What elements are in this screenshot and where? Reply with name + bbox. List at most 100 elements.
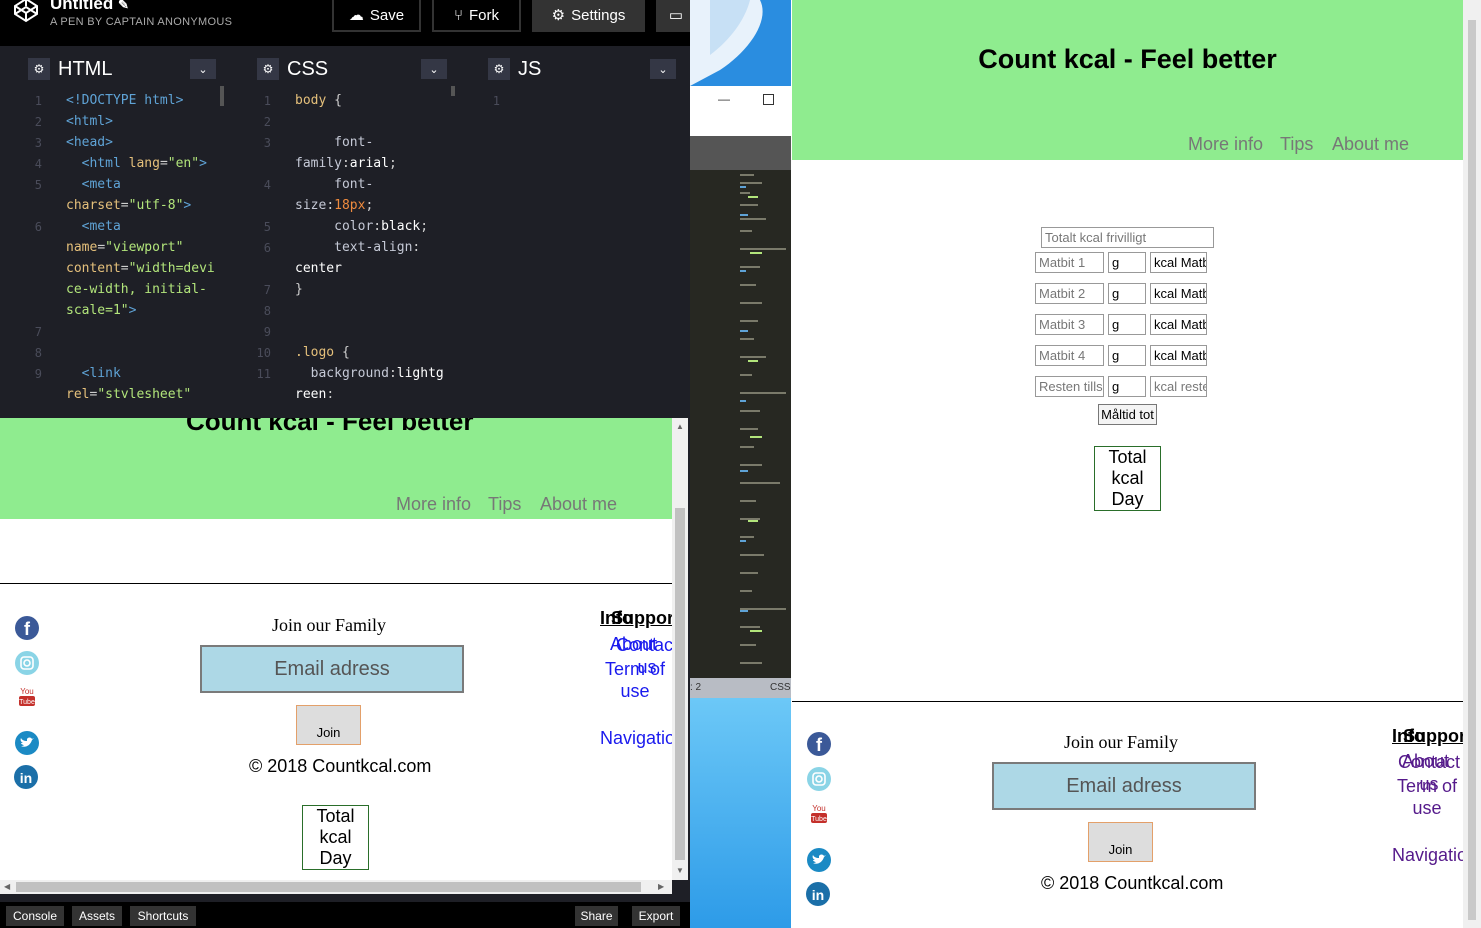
food-input-4[interactable]: Matbit 4	[1035, 345, 1104, 366]
js-code-editor[interactable]: 1	[478, 86, 690, 398]
site-vertical-scrollbar[interactable]	[1463, 0, 1481, 928]
pen-title[interactable]: Untitled ✎	[50, 0, 129, 14]
footer-divider	[0, 583, 672, 584]
fork-button[interactable]: ⑂ Fork	[432, 0, 521, 32]
chevron-down-icon[interactable]: ⌄	[190, 59, 216, 79]
minimap[interactable]	[740, 170, 788, 678]
nav-more-info[interactable]: More info	[1188, 134, 1263, 155]
preview-vertical-scrollbar[interactable]: ▲ ▼	[672, 418, 688, 880]
scroll-thumb[interactable]	[1468, 20, 1476, 920]
support-heading: Support	[611, 608, 672, 628]
gram-input-3[interactable]: g	[1108, 314, 1146, 335]
status-syntax[interactable]: CSS	[770, 682, 791, 693]
gram-input-rest[interactable]: g	[1108, 376, 1146, 397]
preview-horizontal-scrollbar[interactable]: ◀ ▶	[0, 880, 672, 894]
assets-button[interactable]: Assets	[72, 906, 122, 926]
kcal-input-3[interactable]: kcal Matbit	[1150, 314, 1207, 335]
export-button[interactable]: Export	[632, 906, 680, 926]
term-of-use-link[interactable]: Term of use	[600, 658, 670, 702]
linkedin-icon[interactable]: in	[13, 764, 39, 790]
term-of-use-link[interactable]: Term of use	[1392, 775, 1462, 819]
join-button[interactable]: Join	[296, 705, 361, 745]
html-settings-icon[interactable]: ⚙	[28, 58, 50, 80]
linkedin-icon[interactable]: in	[805, 881, 831, 907]
support-heading: Support	[1403, 726, 1463, 746]
youtube-icon[interactable]: You Tube	[18, 686, 36, 708]
window-titlebar: —	[690, 86, 791, 136]
chevron-down-icon[interactable]: ⌄	[650, 59, 676, 79]
meal-total-button[interactable]: Måltid tot	[1098, 404, 1157, 425]
js-pane-header: ⚙ JS ⌄	[484, 53, 684, 85]
food-input-3[interactable]: Matbit 3	[1035, 314, 1104, 335]
food-input-2[interactable]: Matbit 2	[1035, 283, 1104, 304]
nav-tips[interactable]: Tips	[1280, 134, 1313, 155]
maximize-icon[interactable]	[763, 94, 774, 105]
chevron-down-icon[interactable]: ⌄	[421, 59, 447, 79]
kcal-input-4[interactable]: kcal Matbit	[1150, 345, 1207, 366]
view-toggle-button[interactable]: ▭	[656, 0, 690, 32]
pane-label: HTML	[58, 57, 113, 80]
console-button[interactable]: Console	[6, 906, 64, 926]
codepen-logo-icon[interactable]	[12, 0, 40, 24]
email-input[interactable]: Email adress	[200, 645, 464, 693]
food-input-1[interactable]: Matbit 1	[1035, 252, 1104, 273]
status-position: : 2	[690, 682, 702, 693]
scroll-right-icon[interactable]: ▶	[658, 882, 664, 891]
background-windows: — : 2 CSS	[690, 0, 791, 928]
facebook-icon[interactable]: f	[14, 615, 40, 641]
total-kcal-day-box: Total kcal Day	[302, 805, 369, 870]
scroll-thumb[interactable]	[16, 882, 641, 892]
nav-about-me[interactable]: About me	[1332, 134, 1409, 155]
html-code-editor[interactable]: 123456789 <!DOCTYPE html> <html> <head> …	[20, 86, 228, 398]
navigation-link[interactable]: Navigation	[1392, 845, 1463, 866]
copyright-text: © 2018 Countkcal.com	[1041, 873, 1224, 893]
gram-input-2[interactable]: g	[1108, 283, 1146, 304]
join-button[interactable]: Join	[1088, 822, 1153, 862]
twitter-icon[interactable]	[806, 847, 832, 873]
svg-text:in: in	[812, 887, 824, 903]
svg-text:f: f	[24, 619, 31, 639]
share-button[interactable]: Share	[575, 906, 618, 926]
save-button[interactable]: ☁ Save	[332, 0, 421, 32]
email-input[interactable]: Email adress	[992, 762, 1256, 810]
footer-divider	[792, 701, 1463, 702]
preview-nav-more-info[interactable]: More info	[396, 494, 471, 515]
fork-icon: ⑂	[453, 6, 463, 24]
css-settings-icon[interactable]: ⚙	[257, 58, 279, 80]
preview-nav-about-me[interactable]: About me	[540, 494, 617, 515]
gram-input-1[interactable]: g	[1108, 252, 1146, 273]
site-heading: Count kcal - Feel better	[978, 44, 1277, 74]
preview-nav-tips[interactable]: Tips	[488, 494, 521, 515]
copyright-text: © 2018 Countkcal.com	[249, 756, 432, 776]
pane-label: CSS	[287, 57, 329, 80]
scroll-up-icon[interactable]: ▲	[676, 422, 684, 431]
instagram-icon[interactable]	[14, 650, 40, 676]
navigation-link[interactable]: Navigation	[600, 728, 672, 749]
shortcuts-button[interactable]: Shortcuts	[130, 906, 196, 926]
pencil-icon[interactable]: ✎	[118, 0, 129, 12]
codepen-preview: Count kcal - Feel better More info Tips …	[0, 418, 672, 880]
kcal-input-2[interactable]: kcal Matbit	[1150, 283, 1207, 304]
text-editor-area[interactable]	[690, 170, 791, 678]
js-settings-icon[interactable]: ⚙	[488, 58, 510, 80]
minimize-icon[interactable]: —	[718, 92, 730, 106]
svg-text:Tube: Tube	[19, 699, 35, 706]
instagram-icon[interactable]	[806, 766, 832, 792]
food-input-rest[interactable]: Resten tills	[1035, 376, 1104, 397]
preview-header: Count kcal - Feel better More info Tips …	[0, 418, 672, 519]
svg-text:You: You	[20, 687, 34, 696]
scroll-left-icon[interactable]: ◀	[4, 882, 10, 891]
facebook-icon[interactable]: f	[806, 731, 832, 757]
kcal-input-rest[interactable]: kcal resten	[1150, 376, 1207, 397]
twitter-icon[interactable]	[14, 730, 40, 756]
kcal-input-1[interactable]: kcal Matbit	[1150, 252, 1207, 273]
gram-input-4[interactable]: g	[1108, 345, 1146, 366]
scroll-down-icon[interactable]: ▼	[676, 866, 684, 875]
svg-text:f: f	[816, 735, 823, 755]
css-code-editor[interactable]: 1 2 3 4 5 6 7 8 9 10 11 body { font- family:arial;…	[249, 86, 459, 398]
scroll-thumb[interactable]	[675, 508, 685, 860]
total-kcal-input[interactable]: Totalt kcal frivilligt	[1041, 227, 1214, 248]
youtube-icon[interactable]: You Tube	[810, 803, 828, 825]
codepen-editor: Untitled ✎ A PEN BY CAPTAIN ANONYMOUS ☁ S…	[0, 0, 690, 928]
settings-button[interactable]: ⚙ Settings	[532, 0, 645, 32]
